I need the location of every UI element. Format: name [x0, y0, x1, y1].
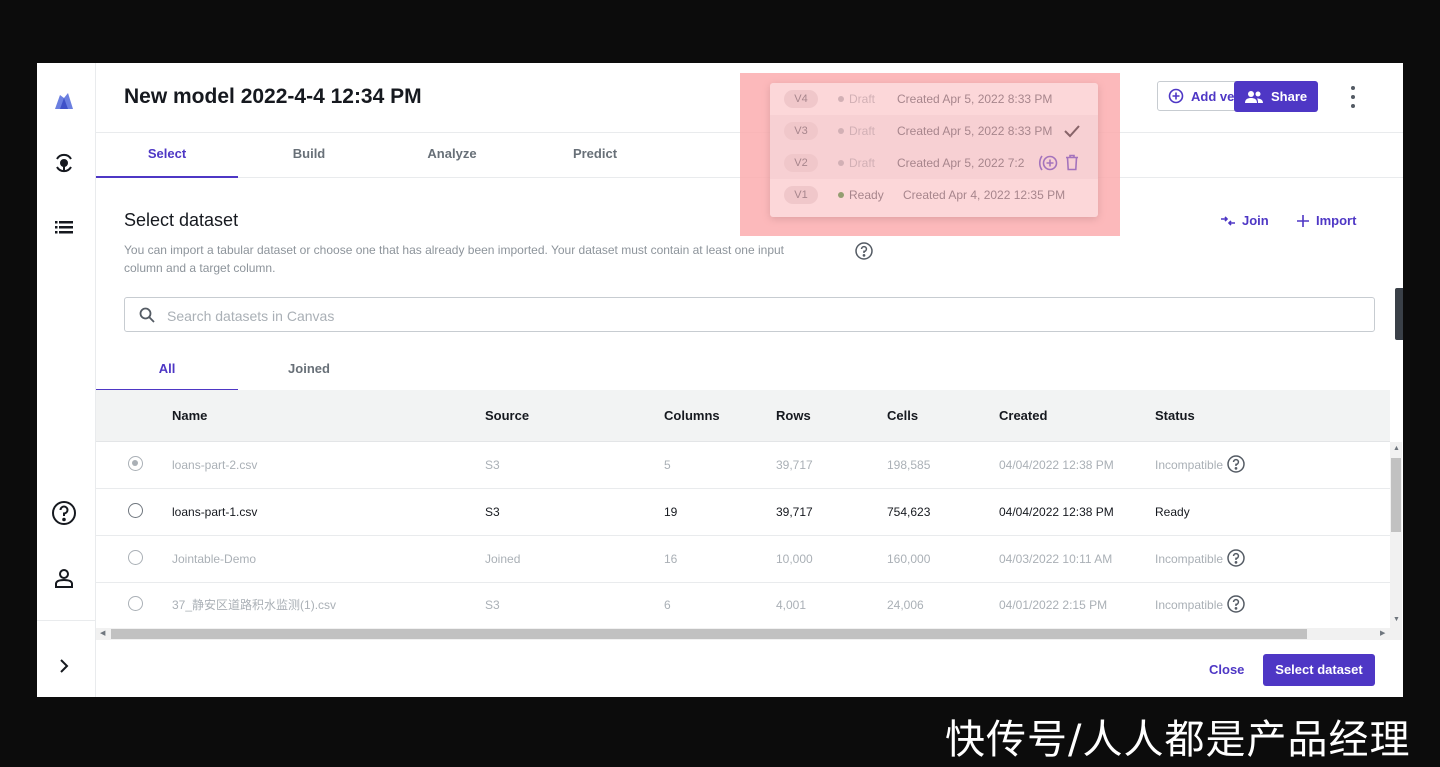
join-label: Join	[1242, 213, 1269, 228]
column-header[interactable]: Created	[999, 390, 1047, 441]
watermark-text: 快传号/人人都是产品经理	[945, 717, 1411, 763]
dataset-name: loans-part-2.csv	[172, 458, 258, 472]
dataset-name: Jointable-Demo	[172, 552, 257, 566]
table-row[interactable]: loans-part-1.csv S3 19 39,717 754,623 04…	[96, 489, 1390, 536]
status-text: Incompatible	[1155, 598, 1224, 612]
scroll-right-arrow[interactable]: ▶	[1380, 630, 1385, 638]
import-button[interactable]: Import	[1296, 213, 1356, 228]
help-icon[interactable]	[51, 500, 77, 526]
column-header[interactable]: Rows	[776, 390, 811, 441]
table-header: Name Source Columns Rows Cells Created S…	[96, 390, 1390, 442]
dataset-created: 04/03/2022 10:11 AM	[999, 552, 1113, 566]
question-icon[interactable]	[855, 242, 873, 265]
dataset-rows: 4,001	[776, 598, 807, 612]
column-header[interactable]: Name	[172, 390, 207, 441]
table-row[interactable]: 37_静安区道路积水监测(1).csv S3 6 4,001 24,006 04…	[96, 582, 1390, 628]
dataset-created: 04/04/2022 12:38 PM	[999, 458, 1114, 472]
row-radio[interactable]	[128, 456, 143, 471]
side-panel-handle[interactable]	[1395, 288, 1403, 340]
row-radio[interactable]	[128, 596, 143, 611]
dataset-columns: 19	[664, 505, 678, 519]
dataset-rows: 39,717	[776, 505, 813, 519]
dataset-subtabs: All Joined	[96, 347, 1403, 391]
dataset-name: loans-part-1.csv	[172, 505, 258, 519]
dataset-source: S3	[485, 458, 500, 472]
dataset-columns: 5	[664, 458, 671, 472]
dataset-status: Incompatible	[1155, 442, 1245, 488]
tab-analyze[interactable]: Analyze	[381, 132, 523, 176]
join-icon	[1221, 215, 1235, 226]
search-icon	[139, 307, 155, 323]
scrollbar-thumb[interactable]	[1391, 458, 1401, 532]
more-vertical-icon[interactable]	[1346, 86, 1360, 108]
section-description: You can import a tabular dataset or choo…	[124, 243, 784, 275]
row-radio[interactable]	[128, 503, 143, 518]
annotation-highlight-overlay	[740, 73, 1120, 236]
dataset-source: Joined	[485, 552, 521, 566]
dataset-status: Incompatible	[1155, 536, 1245, 582]
people-icon	[1245, 90, 1263, 103]
question-icon[interactable]	[1227, 455, 1245, 474]
column-header[interactable]: Columns	[664, 390, 720, 441]
share-label: Share	[1271, 89, 1308, 104]
tab-build[interactable]: Build	[238, 132, 380, 176]
row-radio[interactable]	[128, 550, 143, 565]
share-button[interactable]: Share	[1234, 81, 1318, 112]
column-header[interactable]: Cells	[887, 390, 918, 441]
scroll-down-arrow[interactable]: ▼	[1393, 616, 1400, 624]
dataset-cells: 198,585	[887, 458, 931, 472]
dataset-status: Ready	[1155, 505, 1190, 519]
tab-predict[interactable]: Predict	[524, 132, 666, 176]
dataset-source: S3	[485, 598, 500, 612]
join-button[interactable]: Join	[1220, 213, 1269, 228]
table-vertical-scrollbar[interactable]: ▲ ▼	[1390, 442, 1402, 628]
subtab-all[interactable]: All	[96, 347, 238, 391]
dataset-status: Incompatible	[1155, 582, 1245, 628]
dataset-cells: 754,623	[887, 505, 931, 519]
expand-chevron-icon[interactable]	[51, 653, 77, 679]
dataset-cells: 160,000	[887, 552, 931, 566]
table-row[interactable]: loans-part-2.csv S3 5 39,717 198,585 04/…	[96, 442, 1390, 489]
dataset-cells: 24,006	[887, 598, 924, 612]
dataset-created: 04/01/2022 2:15 PM	[999, 598, 1108, 612]
user-icon[interactable]	[51, 565, 77, 591]
dataset-columns: 6	[664, 598, 671, 612]
dataset-created: 04/04/2022 12:38 PM	[999, 505, 1114, 519]
status-text: Incompatible	[1155, 552, 1224, 566]
scrollbar-thumb[interactable]	[111, 629, 1307, 639]
plus-icon	[1297, 214, 1309, 227]
dataset-rows: 39,717	[776, 458, 813, 472]
add-circle-icon	[1168, 88, 1184, 104]
canvas-app: New model 2022-4-4 12:34 PM Add version …	[37, 63, 1403, 697]
table-horizontal-scrollbar[interactable]: ◀ ▶	[96, 628, 1402, 640]
question-icon[interactable]	[1227, 549, 1245, 568]
datasets-table: Name Source Columns Rows Cells Created S…	[96, 390, 1402, 628]
tab-select[interactable]: Select	[96, 132, 238, 178]
dataset-name: 37_静安区道路积水监测(1).csv	[172, 598, 337, 612]
dataset-source: S3	[485, 505, 500, 519]
subtab-joined[interactable]: Joined	[238, 347, 380, 389]
table-row[interactable]: Jointable-Demo Joined 16 10,000 160,000 …	[96, 536, 1390, 583]
left-nav-rail	[37, 63, 96, 697]
dataset-rows: 10,000	[776, 552, 813, 566]
column-header[interactable]: Source	[485, 390, 529, 441]
column-header[interactable]: Status	[1155, 390, 1195, 441]
select-dataset-button[interactable]: Select dataset	[1263, 654, 1375, 686]
import-label: Import	[1316, 213, 1357, 228]
scroll-left-arrow[interactable]: ◀	[100, 630, 105, 638]
scroll-up-arrow[interactable]: ▲	[1393, 445, 1400, 453]
question-icon[interactable]	[1227, 595, 1245, 614]
search-input[interactable]	[165, 298, 1359, 333]
section-title: Select dataset	[124, 210, 239, 230]
close-button[interactable]: Close	[1209, 662, 1244, 677]
status-text: Incompatible	[1155, 458, 1224, 472]
dataset-columns: 16	[664, 552, 678, 566]
logo-icon[interactable]	[51, 88, 77, 114]
datasets-list-icon[interactable]	[51, 214, 77, 240]
page-title: New model 2022-4-4 12:34 PM	[124, 85, 422, 108]
models-icon[interactable]	[51, 150, 77, 176]
dataset-search	[124, 297, 1375, 333]
